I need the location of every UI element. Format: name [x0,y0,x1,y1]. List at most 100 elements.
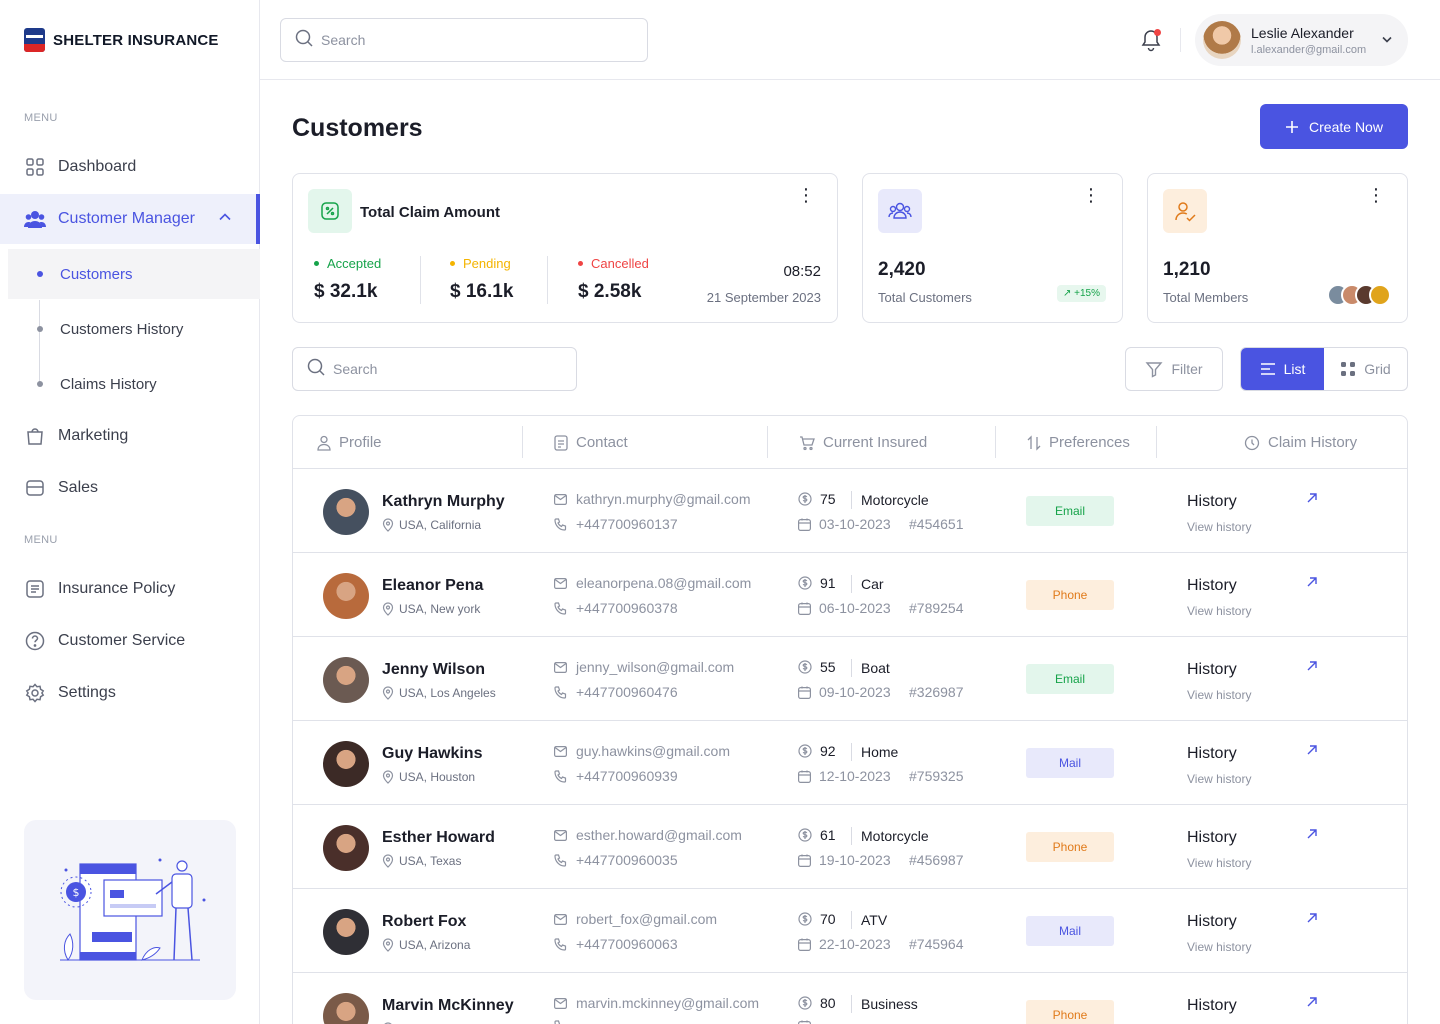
subitem-label: Claims History [60,375,157,393]
customer-phone[interactable]: +447700960063 [554,936,678,952]
table-row[interactable]: Kathryn Murphy USA, California kathryn.m… [293,469,1407,553]
table-row[interactable]: Guy Hawkins USA, Houston guy.hawkins@gma… [293,721,1407,805]
insured-date: 12-10-2023 [798,768,891,784]
view-toggle: List Grid [1240,347,1408,391]
column-claim-history[interactable]: Claim History [1244,416,1357,469]
dot-icon [578,261,583,266]
filter-icon [1145,362,1163,378]
external-link-icon[interactable] [1305,911,1319,930]
customer-email[interactable]: eleanorpena.08@gmail.com [554,575,751,591]
history-link[interactable]: History [1187,661,1237,679]
chevron-down-icon[interactable] [1380,32,1394,51]
preference-badge: Mail [1026,748,1114,778]
date-text: 12-10-2023 [819,768,891,784]
column-contact[interactable]: Contact [554,416,628,469]
customer-phone[interactable]: +447700960378 [554,600,678,616]
list-search-input[interactable] [333,361,576,377]
customer-email[interactable]: marvin.mckinney@gmail.com [554,995,759,1011]
sidebar-item-customer-service[interactable]: Customer Service [0,616,260,666]
sidebar-item-settings[interactable]: Settings [0,668,260,718]
dollar-icon [798,660,812,674]
sidebar-item-dashboard[interactable]: Dashboard [0,142,260,192]
table-row[interactable]: Robert Fox USA, Arizona robert_fox@gmail… [293,889,1407,973]
mail-icon [554,829,567,841]
search-input[interactable] [321,32,647,48]
sidebar-item-customer-manager[interactable]: Customer Manager [0,194,260,244]
table-row[interactable]: Eleanor Pena USA, New york eleanorpena.0… [293,553,1407,637]
avatar [1203,21,1241,59]
list-search[interactable] [292,347,577,391]
grid-view-button[interactable]: Grid [1324,348,1407,390]
table-row[interactable]: Jenny Wilson USA, Los Angeles jenny_wils… [293,637,1407,721]
phone-text: +447700960476 [576,684,678,700]
view-history-link[interactable]: View history [1187,688,1251,702]
column-profile[interactable]: Profile [317,416,382,469]
customer-phone[interactable]: +447700960476 [554,684,678,700]
column-preferences[interactable]: Preferences [1027,416,1130,469]
sidebar-item-label: Sales [58,479,99,496]
customer-email[interactable]: guy.hawkins@gmail.com [554,743,730,759]
table-row[interactable]: Marvin McKinney marvin.mckinney@gmail.co… [293,973,1407,1024]
sidebar-subitem-claims-history[interactable]: Claims History [8,359,260,409]
external-link-icon[interactable] [1305,575,1319,594]
more-options-icon[interactable]: ⋮ [1082,186,1100,204]
customer-name: Guy Hawkins [382,745,483,762]
brand-logo[interactable]: SHELTER INSURANCE [24,28,219,52]
sidebar-subitem-customers[interactable]: Customers [8,249,260,299]
location-pin-icon [382,602,394,616]
table-row[interactable]: Esther Howard USA, Texas esther.howard@g… [293,805,1407,889]
external-link-icon[interactable] [1305,491,1319,510]
history-link[interactable]: History [1187,997,1237,1015]
view-history-link[interactable]: View history [1187,604,1251,618]
mail-icon [554,661,567,673]
phone-icon [554,601,567,615]
policy-number: #454651 [909,516,964,532]
view-history-link[interactable]: View history [1187,772,1251,786]
preference-badge: Email [1026,664,1114,694]
table-header: Profile Contact Current Insured Preferen… [293,416,1407,469]
external-link-icon[interactable] [1305,659,1319,678]
document-icon [24,578,46,600]
customer-location: USA, New york [382,602,480,616]
dollar-icon [798,744,812,758]
avatar [323,825,369,871]
customer-phone[interactable]: +447700960035 [554,852,678,868]
pending-value: $ 16.1k [450,281,514,302]
customer-email[interactable]: jenny_wilson@gmail.com [554,659,734,675]
external-link-icon[interactable] [1305,743,1319,762]
global-search[interactable] [280,18,648,62]
member-avatars [1327,284,1391,306]
sidebar-item-sales[interactable]: Sales [0,463,260,513]
customer-email[interactable]: kathryn.murphy@gmail.com [554,491,751,507]
view-history-link[interactable]: View history [1187,856,1251,870]
history-link[interactable]: History [1187,745,1237,763]
column-current-insured[interactable]: Current Insured [799,416,927,469]
history-link[interactable]: History [1187,577,1237,595]
customer-email[interactable]: robert_fox@gmail.com [554,911,717,927]
sidebar-item-insurance-policy[interactable]: Insurance Policy [0,564,260,614]
customer-phone[interactable]: +447700960137 [554,516,678,532]
sidebar-item-marketing[interactable]: Marketing [0,411,260,461]
more-options-icon[interactable]: ⋮ [1367,186,1385,204]
customer-phone[interactable] [554,1020,576,1024]
user-menu[interactable]: Leslie Alexander l.alexander@gmail.com [1195,14,1408,66]
chevron-up-icon[interactable] [218,210,232,229]
history-link[interactable]: History [1187,829,1237,847]
external-link-icon[interactable] [1305,827,1319,846]
notifications-button[interactable] [1140,28,1162,52]
calendar-icon [798,1020,811,1024]
customer-phone[interactable]: +447700960939 [554,768,678,784]
history-link[interactable]: History [1187,493,1237,511]
sidebar-subitem-customers-history[interactable]: Customers History [8,304,260,354]
filter-button[interactable]: Filter [1125,347,1223,391]
external-link-icon[interactable] [1305,995,1319,1014]
customer-email[interactable]: esther.howard@gmail.com [554,827,742,843]
column-label: Profile [339,434,382,451]
view-history-link[interactable]: View history [1187,520,1251,534]
claim-cancelled: Cancelled $ 2.58k [578,256,649,303]
create-now-button[interactable]: Create Now [1260,104,1408,149]
history-link[interactable]: History [1187,913,1237,931]
list-view-button[interactable]: List [1241,348,1324,390]
view-history-link[interactable]: View history [1187,940,1251,954]
more-options-icon[interactable]: ⋮ [797,186,815,204]
